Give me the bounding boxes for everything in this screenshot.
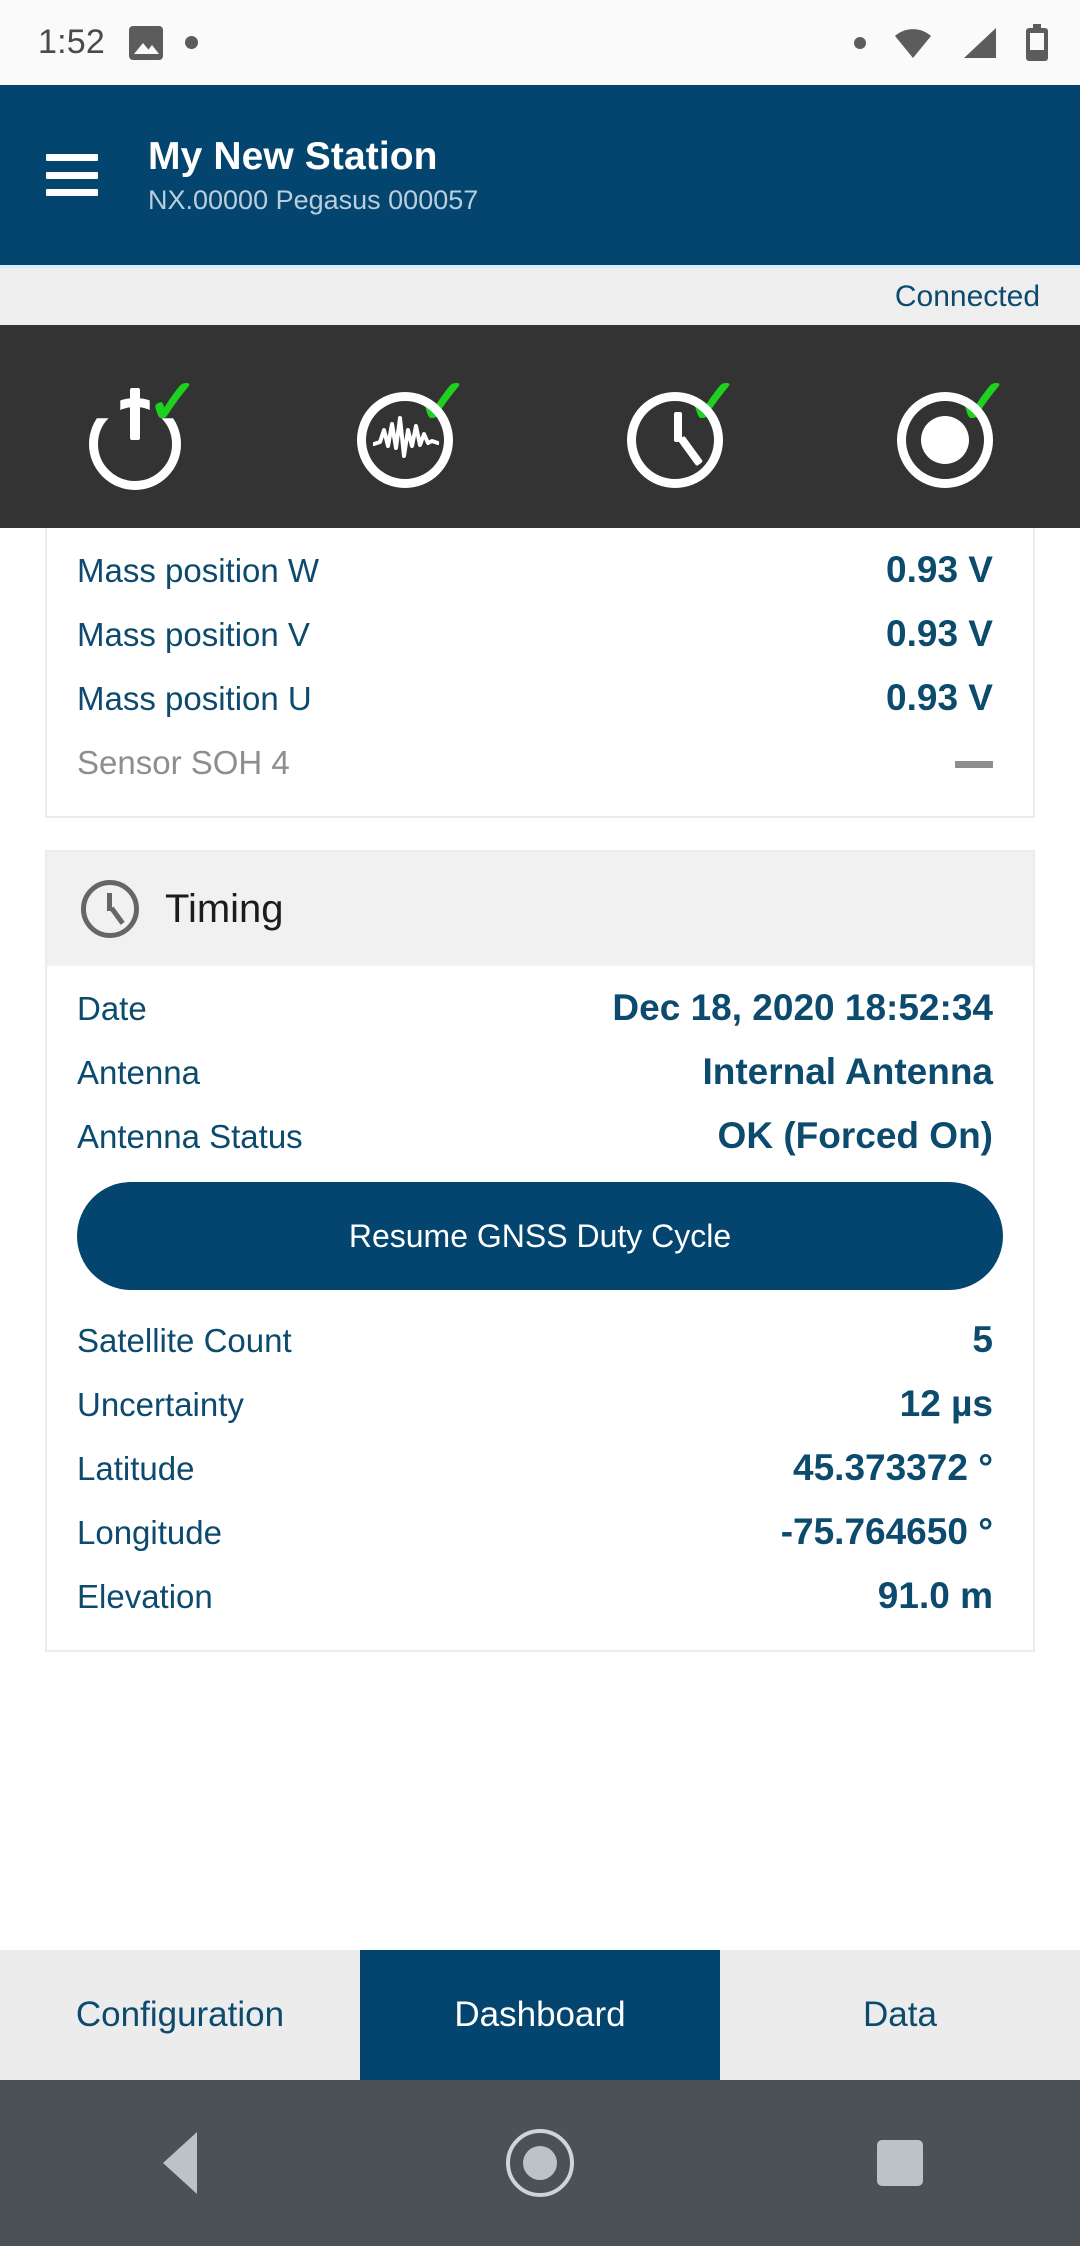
row-value: 45.373372 ° [793,1447,993,1488]
back-icon [163,2132,197,2194]
tab-dashboard[interactable]: Dashboard [360,1950,720,2080]
table-row: Latitude 45.373372 ° [47,1436,1033,1500]
timing-card-header: Timing [47,852,1033,966]
tab-configuration[interactable]: Configuration [0,1950,360,2080]
no-value-dash-icon [955,760,993,768]
resume-gnss-duty-cycle-button[interactable]: Resume GNSS Duty Cycle [77,1182,1003,1290]
hamburger-bar [46,189,98,196]
row-value: 12 µs [899,1383,993,1424]
power-bar [130,388,140,440]
page-title: My New Station [148,134,438,178]
table-row: Sensor SOH 4 [47,730,1033,794]
table-row: Uncertainty 12 µs [47,1372,1033,1436]
row-value: OK (Forced On) [717,1115,993,1156]
table-row: Mass position U 0.93 V [47,666,1033,730]
small-dot-icon [854,36,866,49]
sensor-card: Mass position W 0.93 V Mass position V 0… [45,528,1035,818]
row-value [955,741,993,783]
table-row: Longitude -75.764650 ° [47,1500,1033,1564]
timing-action-wrap: Resume GNSS Duty Cycle [47,1168,1033,1308]
page-subtitle: NX.00000 Pegasus 000057 [148,184,479,215]
row-value: Dec 18, 2020 18:52:34 [612,987,993,1028]
nav-back-button[interactable] [0,2132,360,2194]
battery-icon [1026,23,1048,61]
seismic-waveform-icon: ✓ [353,372,469,492]
status-icon-panel: ✓ ✓ ✓ ✓ [0,325,1080,528]
row-label: Satellite Count [77,1322,292,1359]
table-row: Antenna Status OK (Forced On) [47,1104,1033,1168]
row-label: Uncertainty [77,1386,244,1423]
record-dot [921,416,969,464]
row-value: Internal Antenna [702,1051,993,1092]
nav-home-button[interactable] [360,2129,720,2197]
row-label: Antenna Status [77,1118,303,1155]
table-row: Date Dec 18, 2020 18:52:34 [47,976,1033,1040]
gallery-icon [128,25,163,60]
row-label: Date [77,990,147,1027]
row-value: 5 [972,1319,993,1360]
table-row: Mass position W 0.93 V [47,538,1033,602]
app-header: My New Station NX.00000 Pegasus 000057 [0,85,1080,265]
hamburger-bar [46,154,98,161]
android-nav-bar [0,2080,1080,2246]
row-value: 0.93 V [886,549,993,590]
hamburger-menu-icon[interactable] [46,154,98,196]
row-label: Longitude [77,1514,222,1551]
nav-recents-button[interactable] [720,2140,1080,2186]
power-icon: ✓ [83,372,199,492]
row-label: Mass position V [77,616,310,653]
table-row: Mass position V 0.93 V [47,602,1033,666]
row-label: Mass position W [77,552,320,589]
tab-data[interactable]: Data [720,1950,1080,2080]
recents-icon [877,2140,923,2186]
header-titles: My New Station NX.00000 Pegasus 000057 [148,135,478,216]
status-item-sensor[interactable]: ✓ [270,358,540,492]
table-row: Elevation 91.0 m [47,1564,1033,1628]
status-item-power[interactable]: ✓ [0,358,270,492]
clock-icon [81,880,139,938]
status-bar-notifications [128,25,198,60]
table-row: Antenna Internal Antenna [47,1040,1033,1104]
status-bar-clock: 1:52 [38,23,105,61]
cellular-signal-icon [964,27,996,58]
timing-card: Timing Date Dec 18, 2020 18:52:34 Antenn… [45,850,1035,1652]
row-value: 0.93 V [886,677,993,718]
bottom-tab-bar: Configuration Dashboard Data [0,1950,1080,2080]
row-value: 0.93 V [886,613,993,654]
app-root: 1:52 My New Station NX.00000 Pegasus 000… [0,0,1080,2246]
status-bar-system-icons [854,23,1050,62]
row-label: Sensor SOH 4 [77,744,290,781]
row-label: Antenna [77,1054,200,1091]
hamburger-bar [46,171,98,179]
timing-card-title: Timing [165,886,284,931]
row-label: Mass position U [77,680,312,717]
connection-status: Connected [894,279,1040,313]
row-value: -75.764650 ° [780,1511,993,1552]
clock-timing-icon: ✓ [623,372,739,492]
row-label: Elevation [77,1578,213,1615]
waveform-trace [373,416,439,458]
wifi-icon [895,28,931,58]
timing-rows: Date Dec 18, 2020 18:52:34 Antenna Inter… [47,966,1033,1650]
row-value: 91.0 m [877,1575,993,1616]
home-icon [506,2129,574,2197]
dashboard-content[interactable]: Mass position W 0.93 V Mass position V 0… [0,528,1080,1950]
connection-bar: Connected [0,265,1080,325]
recording-icon: ✓ [893,372,1009,492]
android-status-bar: 1:52 [0,0,1080,85]
row-label: Latitude [77,1450,195,1487]
table-row: Satellite Count 5 [47,1308,1033,1372]
notification-dot-icon [184,36,198,49]
sensor-rows: Mass position W 0.93 V Mass position V 0… [47,528,1033,816]
status-item-recording[interactable]: ✓ [810,358,1080,492]
status-item-timing[interactable]: ✓ [540,358,810,492]
